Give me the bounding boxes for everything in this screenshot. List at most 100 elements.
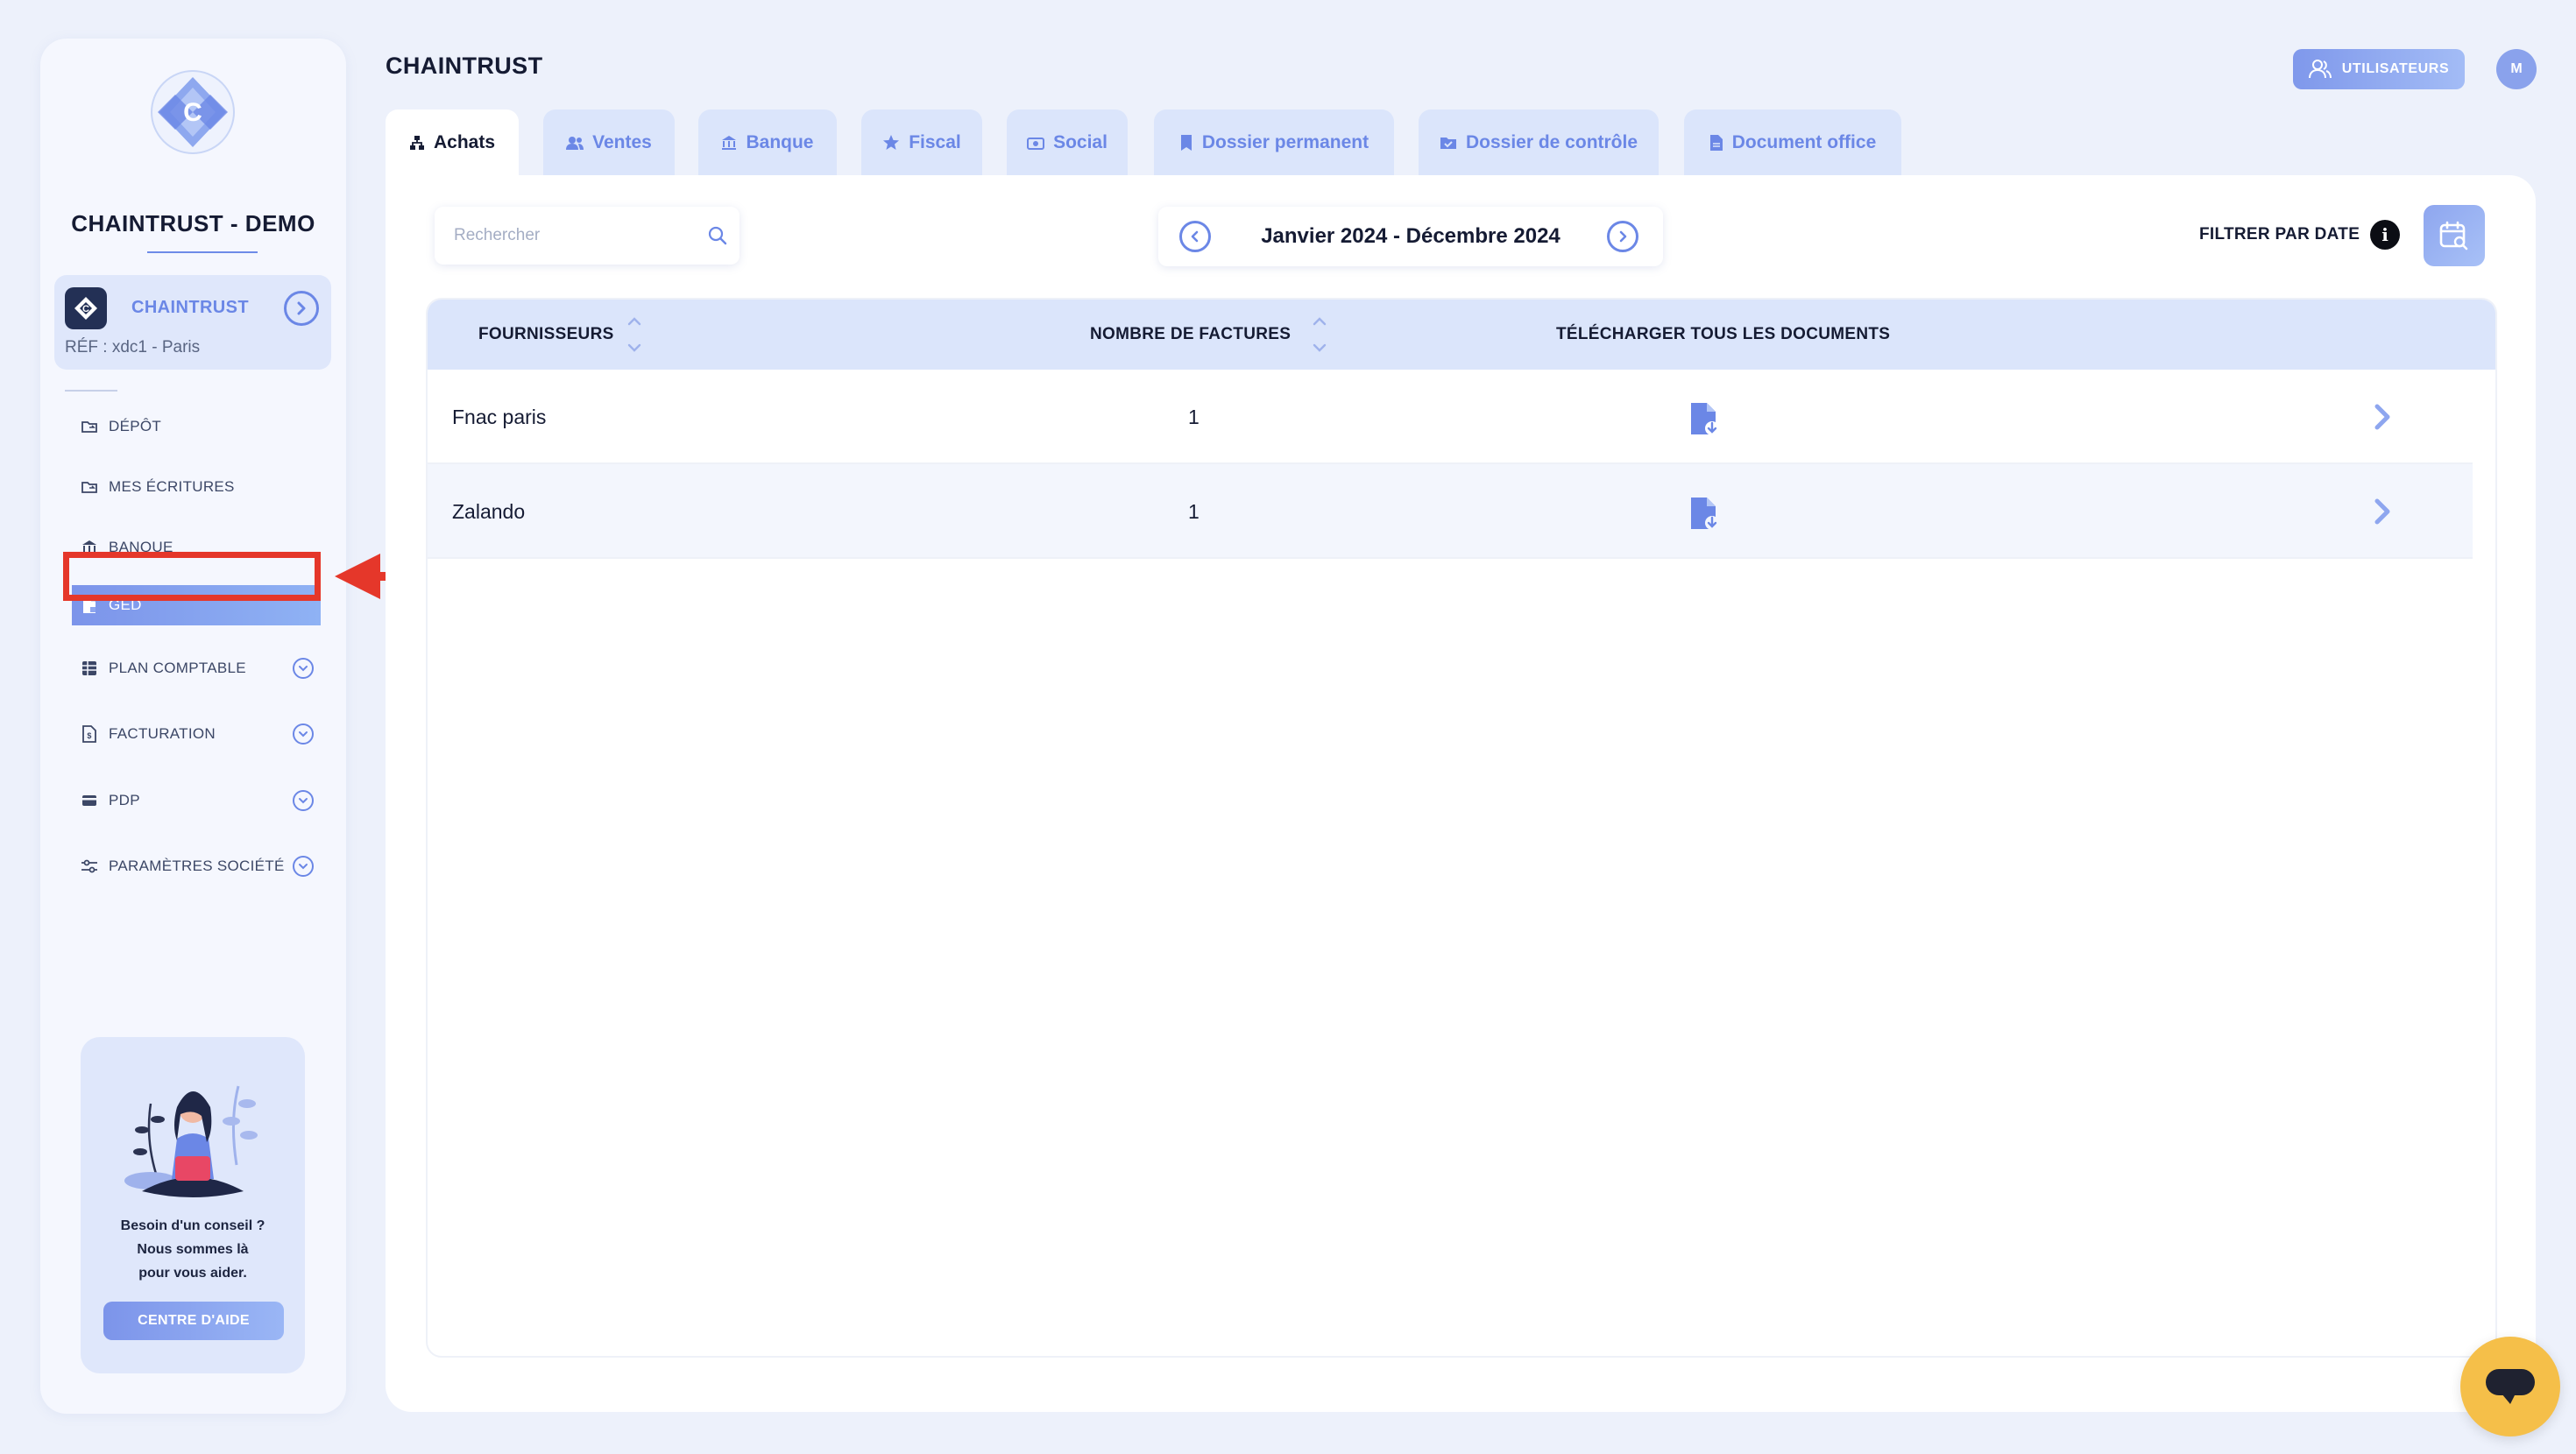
chaintrust-logo: C — [149, 68, 237, 156]
card-icon — [81, 792, 98, 809]
sidebar-item-depot[interactable]: DÉPÔT — [72, 406, 321, 447]
sidebar-item-ged[interactable]: GED — [72, 585, 321, 625]
date-range-selector: Janvier 2024 - Décembre 2024 — [1158, 207, 1663, 266]
users-button-label: UTILISATEURS — [2341, 61, 2450, 76]
sidebar-item-parametres-societe[interactable]: PARAMÈTRES SOCIÉTÉ — [72, 846, 321, 886]
previous-period-button[interactable] — [1179, 221, 1211, 252]
star-icon — [882, 134, 900, 152]
sliders-icon — [81, 858, 98, 875]
supplier-name: Fnac paris — [452, 405, 547, 428]
search-icon[interactable] — [708, 226, 727, 250]
chevron-right-icon[interactable] — [2373, 498, 2392, 526]
bank-icon — [81, 539, 98, 556]
tab-banque[interactable]: Banque — [698, 109, 837, 176]
svg-text:$: $ — [87, 731, 91, 740]
tab-label: Fiscal — [909, 132, 961, 152]
sidebar-item-label: DÉPÔT — [109, 418, 162, 434]
tab-dossier-de-controle[interactable]: Dossier de contrôle — [1419, 109, 1659, 176]
chevron-down-icon[interactable] — [293, 658, 314, 679]
tab-label: Document office — [1731, 132, 1877, 152]
info-icon[interactable]: i — [2370, 220, 2400, 250]
svg-text:C: C — [183, 98, 202, 127]
next-period-button[interactable] — [1607, 221, 1638, 252]
tab-label: Ventes — [592, 132, 652, 152]
help-card: Besoin d'un conseil ? Nous sommes là pou… — [81, 1037, 305, 1373]
calendar-search-button[interactable] — [2424, 205, 2485, 266]
company-reference: RÉF : xdc1 - Paris — [65, 338, 201, 356]
bookmark-icon — [1179, 134, 1193, 152]
company-logo-icon: C — [65, 287, 107, 329]
search-box[interactable] — [435, 207, 740, 265]
chevron-down-icon[interactable] — [293, 723, 314, 745]
folder-sync-icon — [81, 478, 98, 496]
open-company-button[interactable] — [284, 291, 319, 326]
sidebar-item-label: BANQUE — [109, 539, 173, 555]
svg-text:C: C — [82, 304, 89, 314]
sidebar: C CHAINTRUST - DEMO C CHAINTRUST RÉF : x… — [40, 39, 346, 1414]
tab-ventes[interactable]: Ventes — [543, 109, 675, 176]
search-input[interactable] — [435, 207, 689, 265]
tab-social[interactable]: Social — [1007, 109, 1128, 176]
suppliers-table: FOURNISSEURS NOMBRE DE FACTURES TÉLÉCHAR… — [426, 298, 2497, 1358]
invoice-icon: $ — [81, 725, 98, 743]
invoice-count: 1 — [1188, 405, 1200, 428]
sidebar-item-label: PARAMÈTRES SOCIÉTÉ — [109, 858, 285, 874]
invoice-count: 1 — [1188, 499, 1200, 523]
tab-label: Dossier permanent — [1201, 132, 1369, 152]
sidebar-item-label: GED — [109, 596, 142, 613]
users-button[interactable]: UTILISATEURS — [2293, 49, 2465, 89]
table-row[interactable]: Fnac paris 1 — [428, 370, 2473, 464]
download-document-icon[interactable] — [1689, 496, 1719, 531]
chevron-down-icon[interactable] — [293, 856, 314, 877]
sidebar-item-label: PDP — [109, 792, 140, 808]
tab-dossier-permanent[interactable]: Dossier permanent — [1154, 109, 1394, 176]
document-icon — [81, 596, 98, 614]
social-icon — [1027, 136, 1045, 150]
table-header: FOURNISSEURS NOMBRE DE FACTURES TÉLÉCHAR… — [428, 300, 2495, 370]
tab-fiscal[interactable]: Fiscal — [861, 109, 982, 176]
sidebar-item-facturation[interactable]: $ FACTURATION — [72, 714, 321, 754]
download-document-icon[interactable] — [1689, 401, 1719, 436]
folder-sync-icon — [81, 418, 98, 435]
chevron-right-icon[interactable] — [2373, 403, 2392, 431]
tab-document-office[interactable]: Document office — [1684, 109, 1901, 176]
column-header-nombre-de-factures[interactable]: NOMBRE DE FACTURES — [1090, 300, 1291, 370]
tab-label: Dossier de contrôle — [1465, 132, 1638, 152]
date-range-label: Janvier 2024 - Décembre 2024 — [1261, 224, 1560, 248]
company-title: CHAINTRUST - DEMO — [71, 210, 315, 236]
chat-button[interactable] — [2460, 1337, 2560, 1436]
sidebar-item-plan-comptable[interactable]: PLAN COMPTABLE — [72, 648, 321, 688]
sort-icon[interactable] — [1309, 310, 1330, 359]
tab-achats[interactable]: Achats — [386, 109, 519, 176]
column-header-telecharger: TÉLÉCHARGER TOUS LES DOCUMENTS — [1556, 325, 1891, 343]
column-header-fournisseurs[interactable]: FOURNISSEURS — [478, 300, 614, 370]
sidebar-item-label: FACTURATION — [109, 725, 216, 742]
page-title: CHAINTRUST — [386, 53, 543, 79]
table-icon — [81, 660, 98, 677]
sitemap-icon — [409, 135, 425, 151]
chat-icon — [2486, 1369, 2535, 1404]
table-row[interactable]: Zalando 1 — [428, 464, 2473, 559]
users-icon — [2308, 60, 2332, 79]
bank-icon — [721, 135, 737, 151]
sidebar-item-pdp[interactable]: PDP — [72, 780, 321, 821]
tab-label: Banque — [746, 132, 814, 152]
title-underline — [147, 251, 258, 253]
sidebar-item-label: PLAN COMPTABLE — [109, 660, 246, 676]
tab-label: Social — [1053, 132, 1108, 152]
sidebar-item-mes-ecritures[interactable]: MES ÉCRITURES — [72, 467, 321, 507]
company-card[interactable]: C CHAINTRUST RÉF : xdc1 - Paris — [54, 275, 331, 370]
help-line-1: Besoin d'un conseil ? — [120, 1218, 265, 1233]
filter-by-date-label: FILTRER PAR DATE — [2199, 225, 2360, 244]
users-icon — [566, 136, 584, 150]
support-illustration — [116, 1069, 270, 1200]
calendar-search-icon — [2439, 221, 2468, 251]
sidebar-item-banque[interactable]: BANQUE — [72, 527, 321, 568]
help-center-button[interactable]: CENTRE D'AIDE — [103, 1302, 284, 1340]
avatar[interactable]: M — [2496, 49, 2537, 89]
sort-icon[interactable] — [624, 310, 645, 359]
tab-label: Achats — [433, 132, 496, 152]
help-text: Besoin d'un conseil ? Nous sommes là pou… — [81, 1214, 305, 1285]
help-line-2: Nous sommes là — [137, 1242, 249, 1257]
chevron-down-icon[interactable] — [293, 790, 314, 811]
